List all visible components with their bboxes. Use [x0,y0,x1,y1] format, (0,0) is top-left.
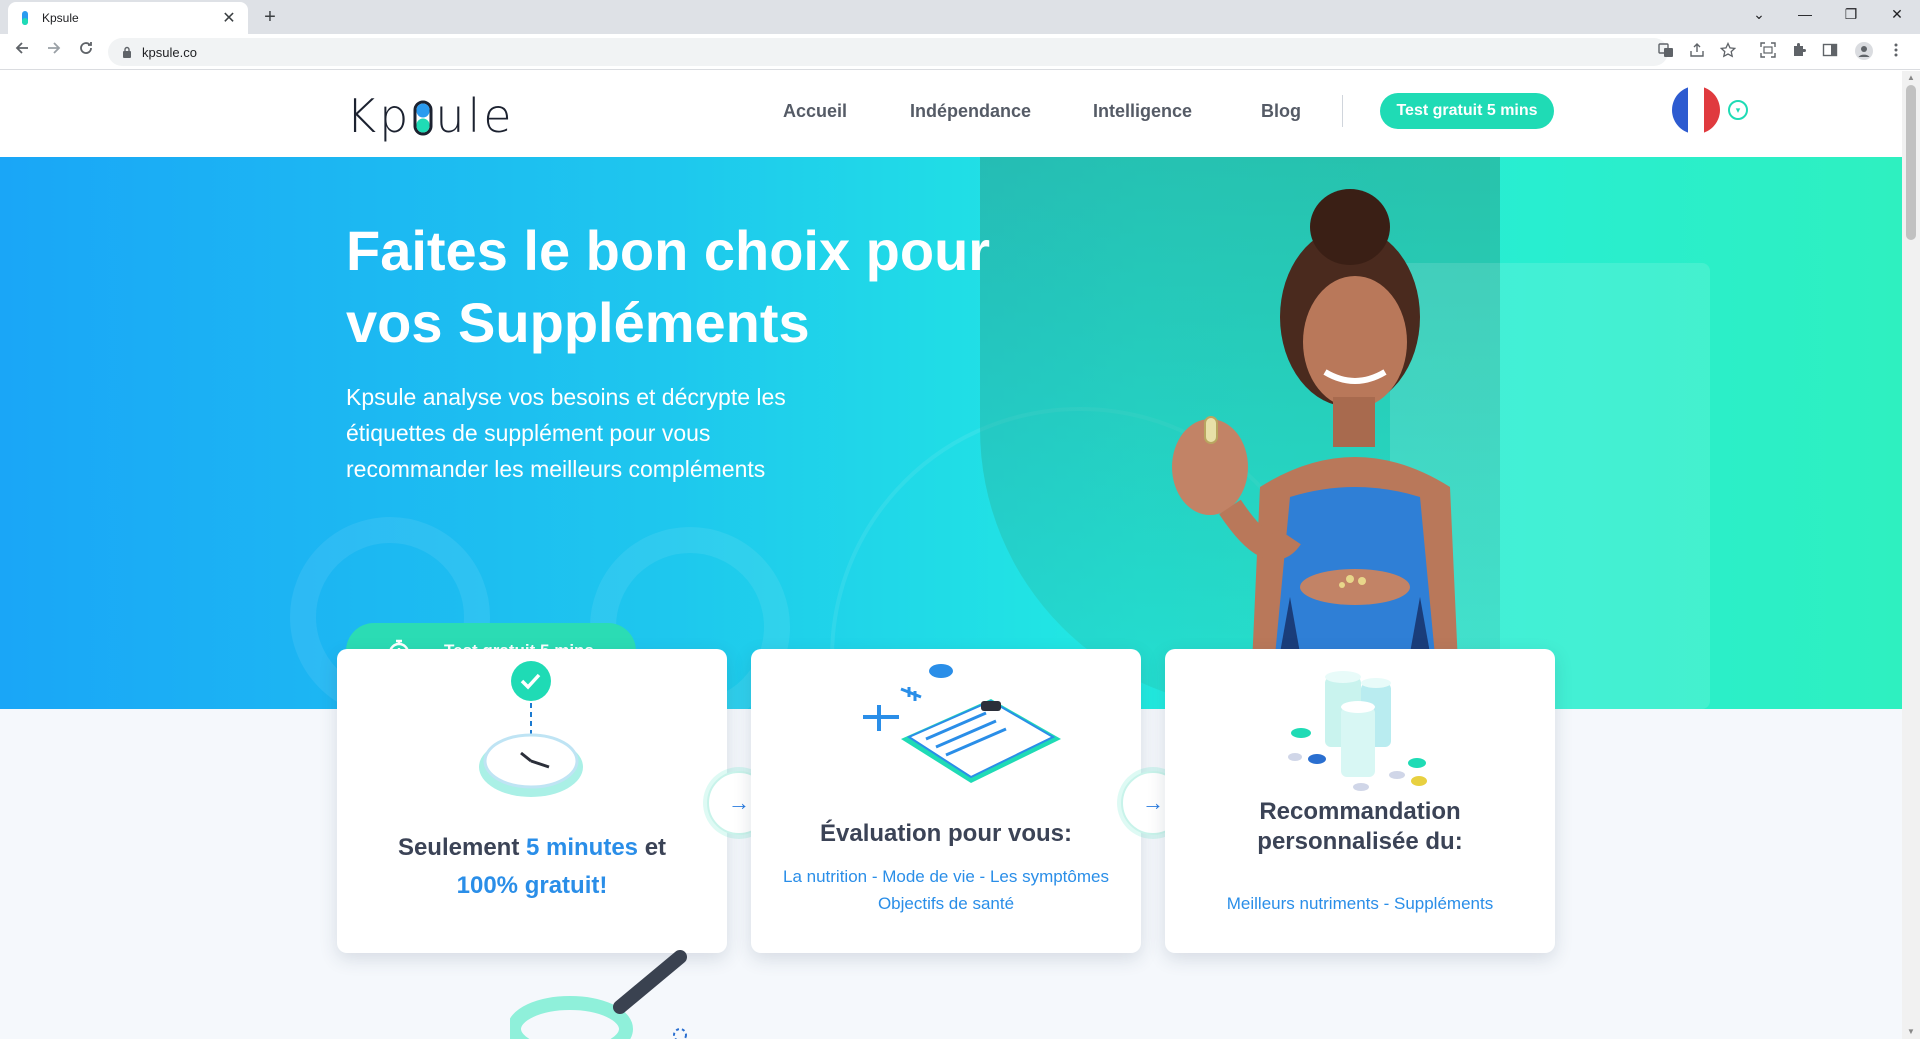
card1-heading: Seulement 5 minutes et [357,829,707,867]
card1-heading-post: et [638,834,667,861]
new-tab-button[interactable]: + [258,5,282,29]
hero-subtitle: Kpsule analyse vos besoins et décrypte l… [346,384,786,482]
card1-heading-pre: Seulement [397,834,526,861]
hero-section: Faites le bon choix pour vos Suppléments… [0,157,1902,709]
minimize-button[interactable]: — [1782,0,1828,30]
header-test-button[interactable]: Test gratuit 5 mins [1380,93,1554,129]
card1-heading-highlight: 5 minutes [526,834,639,861]
share-icon[interactable] [1687,42,1707,62]
card-fast-free: Seulement 5 minutes et 100% gratuit! [337,649,727,953]
tab-title: Kpsule [42,11,79,25]
tab-close-icon[interactable]: ✕ [220,8,238,28]
tab-search-icon[interactable]: ⌄ [1736,0,1782,30]
nav-independance[interactable]: Indépendance [910,101,1031,122]
address-bar[interactable]: kpsule.co [108,38,1668,66]
kpsule-favicon-icon [18,11,32,25]
clipboard-evaluation-illustration [863,664,1061,783]
supplement-bottles-illustration [1288,671,1427,791]
profile-icon[interactable] [1854,42,1874,62]
close-window-button[interactable]: ✕ [1874,0,1920,30]
nav-blog[interactable]: Blog [1261,101,1301,122]
arrow-right-icon: → [728,790,750,815]
reload-icon[interactable] [74,40,98,64]
screenshot-icon[interactable] [1758,42,1778,62]
browser-toolbar: kpsule.co [0,34,1920,70]
card1-heading-line2: 100% gratuit! [456,872,608,899]
card3-heading-line2: personnalisée du: [1257,828,1463,855]
stopwatch-check-illustration [479,661,583,797]
card-evaluation: Évaluation pour vous: La nutrition - Mod… [751,649,1141,953]
lock-icon [123,46,131,58]
star-icon[interactable] [1718,41,1738,62]
menu-icon[interactable] [1886,42,1906,62]
browser-tab-bar: Kpsule ✕ + ⌄ — ❐ ✕ [0,0,1920,34]
extensions-icon[interactable] [1789,42,1809,62]
page-scrollbar[interactable]: ▲ ▼ [1902,71,1920,1039]
scroll-up-icon[interactable]: ▲ [1906,73,1916,83]
scroll-down-icon[interactable]: ▼ [1906,1027,1916,1037]
logo-text-start: Kp [346,89,412,143]
logo-text-end: ule [435,89,515,143]
card-recommendation: Recommandation personnalisée du: Meilleu… [1165,649,1555,953]
hero-title-line1: Faites le bon choix pour [346,219,991,282]
forward-arrow-icon[interactable] [42,40,66,64]
hero-title: Faites le bon choix pour vos Suppléments [346,215,1046,359]
hero-title-line2: vos Suppléments [346,291,810,354]
language-chevron-icon[interactable]: ▾ [1728,100,1748,120]
sidebar-icon[interactable] [1820,42,1840,62]
back-arrow-icon[interactable] [10,40,34,64]
nav-divider [1342,95,1343,127]
magnifier-illustration [510,950,687,1039]
france-flag-icon[interactable] [1672,86,1720,134]
nav-intelligence[interactable]: Intelligence [1093,101,1192,122]
card2-tags-line1: La nutrition - Mode de vie - Les symptôm… [783,867,1109,886]
url-text: kpsule.co [142,44,197,60]
translate-icon[interactable] [1656,42,1676,62]
site-header: Kp ule Accueil Indépendance Intelligence … [0,71,1902,157]
arrow-right-icon: → [1142,790,1164,815]
page-viewport: Kp ule Accueil Indépendance Intelligence … [0,71,1902,1039]
nav-accueil[interactable]: Accueil [783,101,847,122]
card2-heading: Évaluation pour vous: [819,820,1073,847]
kpsule-logo[interactable]: Kp ule [346,89,515,143]
logo-capsule-icon [412,95,434,136]
card2-tags-line2: Objectifs de santé [877,894,1015,913]
restore-button[interactable]: ❐ [1828,0,1874,30]
scrollbar-thumb[interactable] [1906,85,1916,240]
woman-holding-capsule-image [1172,189,1460,709]
card3-tags: Meilleurs nutriments - Suppléments [1226,894,1494,913]
browser-tab[interactable]: Kpsule ✕ [8,2,248,34]
